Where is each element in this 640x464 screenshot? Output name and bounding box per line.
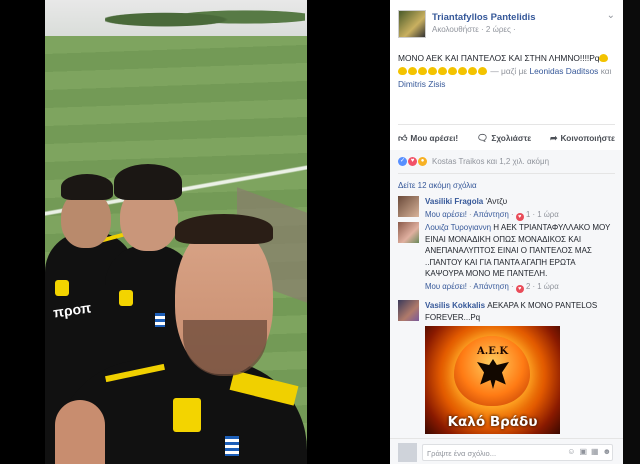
yellow-hearts-row (398, 66, 490, 76)
yellow-heart-icon (418, 67, 427, 75)
sticker-icon[interactable]: ☻ (603, 447, 611, 456)
like-button[interactable]: 👍︎ Μου αρέσει! (398, 131, 458, 145)
like-reaction-icon: ✓ (398, 156, 407, 166)
post-header: Triantafyllos Pantelidis Ακολουθήστε · 2… (390, 0, 623, 44)
with-text: — μαζί με (490, 66, 530, 76)
share-button[interactable]: ➦ Κοινοποιήστε (550, 131, 615, 145)
yellow-heart-icon (468, 67, 477, 75)
composer-icons: ☺ ▣ ▦ ☻ (567, 447, 611, 456)
yellow-heart-icon (438, 67, 447, 75)
comment-like-link[interactable]: Μου αρέσει! (425, 210, 467, 219)
yellow-heart-icon (408, 67, 417, 75)
love-reaction-icon: ♥ (408, 156, 417, 166)
and-text: και (598, 66, 612, 76)
comment-reply-link[interactable]: Απάντηση (473, 282, 508, 291)
image-caption: Καλό Βράδυ (447, 414, 538, 430)
yellow-heart-icon (458, 67, 467, 75)
comment-placeholder: Γράψτε ένα σχόλιο... (427, 449, 497, 458)
post-text: ΜΟΝΟ ΑΕΚ ΚΑΙ ΠΑΝΤΕΛΟΣ ΚΑΙ ΣΤΗΝ ΛΗΜΝΟ!!!!… (398, 52, 618, 91)
commenter-avatar[interactable] (398, 300, 419, 321)
post-text-main: ΜΟΝΟ ΑΕΚ ΚΑΙ ΠΑΝΤΕΛΟΣ ΚΑΙ ΣΤΗΝ ΛΗΜΝΟ!!!!… (398, 53, 600, 63)
reactions-summary[interactable]: ✓ ♥ ● Kostas Traikos και 1,2 χιλ. ακόμη (398, 155, 549, 167)
share-label: Κοινοποιήστε (560, 133, 615, 143)
right-edge (623, 0, 640, 464)
comment-button[interactable]: 🗨︎ Σχολιάστε (477, 131, 531, 145)
yellow-heart-icon (448, 67, 457, 75)
yellow-heart-icon (398, 67, 407, 75)
share-icon: ➦ (549, 132, 558, 143)
commenter-avatar[interactable] (398, 222, 419, 243)
heart-icon: ♥ (515, 284, 524, 293)
camera-icon[interactable]: ▣ (579, 447, 587, 456)
chevron-down-icon[interactable]: ⌄ (607, 10, 615, 21)
post-meta: Ακολουθήστε · 2 ώρες · (432, 25, 516, 34)
photo-trees (105, 4, 305, 30)
comment-time: 1 ώρα (537, 281, 559, 291)
post-actions: 👍︎ Μου αρέσει! 🗨︎ Σχολιάστε ➦ Κοινοποιήστε (398, 131, 615, 145)
image-greek-text: Α.Ε.Κ (476, 346, 509, 357)
comment-like-link[interactable]: Μου αρέσει! (425, 282, 467, 291)
wow-reaction-icon: ● (418, 156, 427, 166)
comment-composer: Γράψτε ένα σχόλιο... ☺ ▣ ▦ ☻ (390, 438, 623, 464)
comment-time: 1 ώρα (537, 209, 559, 219)
tagged-user-2[interactable]: Dimitris Zisis (398, 79, 445, 89)
commenter-name[interactable]: Vasiliki Fragola (425, 197, 483, 206)
photo-viewer: προπ Triantafyllos Pantelidis Ακολουθήστ… (0, 0, 640, 464)
commenter-name[interactable]: Λουιζα Τυρογιαννη (425, 223, 491, 232)
commenter-avatar[interactable] (398, 196, 419, 217)
comment-reply-link[interactable]: Απάντηση (473, 210, 508, 219)
post-photo[interactable]: προπ (45, 0, 307, 464)
emoji-icon[interactable]: ☺ (567, 447, 575, 456)
like-label: Μου αρέσει! (410, 133, 459, 143)
divider (398, 173, 615, 174)
photo-person-front (55, 210, 307, 464)
comment-label: Σχολιάστε (491, 133, 532, 143)
gif-icon[interactable]: ▦ (591, 447, 599, 456)
post-sidebar: Triantafyllos Pantelidis Ακολουθήστε · 2… (390, 0, 623, 464)
author-name[interactable]: Triantafyllos Pantelidis (432, 12, 535, 23)
divider (398, 124, 615, 125)
author-avatar[interactable] (398, 10, 426, 38)
current-user-avatar (398, 443, 417, 462)
thumbs-up-icon: 👍︎ (398, 132, 408, 143)
comment-icon: 🗨︎ (476, 132, 489, 143)
comment-text: 'Αντζυ (483, 197, 508, 206)
comment-reaction-count: 2 (525, 281, 531, 291)
commenter-name[interactable]: Vasilis Kokkalis (425, 301, 485, 310)
comment-image[interactable]: Α.Ε.Κ Καλό Βράδυ (425, 326, 560, 434)
yellow-heart-icon (599, 54, 609, 62)
view-more-comments-link[interactable]: Δείτε 12 ακόμη σχόλια (398, 181, 477, 190)
reactions-text: Kostas Traikos και 1,2 χιλ. ακόμη (432, 156, 550, 166)
heart-icon: ♥ (515, 212, 524, 221)
comment-reaction-count: 1 (525, 209, 531, 219)
tagged-user-1[interactable]: Leonidas Daditsos (529, 66, 598, 76)
yellow-heart-icon (428, 67, 437, 75)
yellow-heart-icon (478, 67, 487, 75)
